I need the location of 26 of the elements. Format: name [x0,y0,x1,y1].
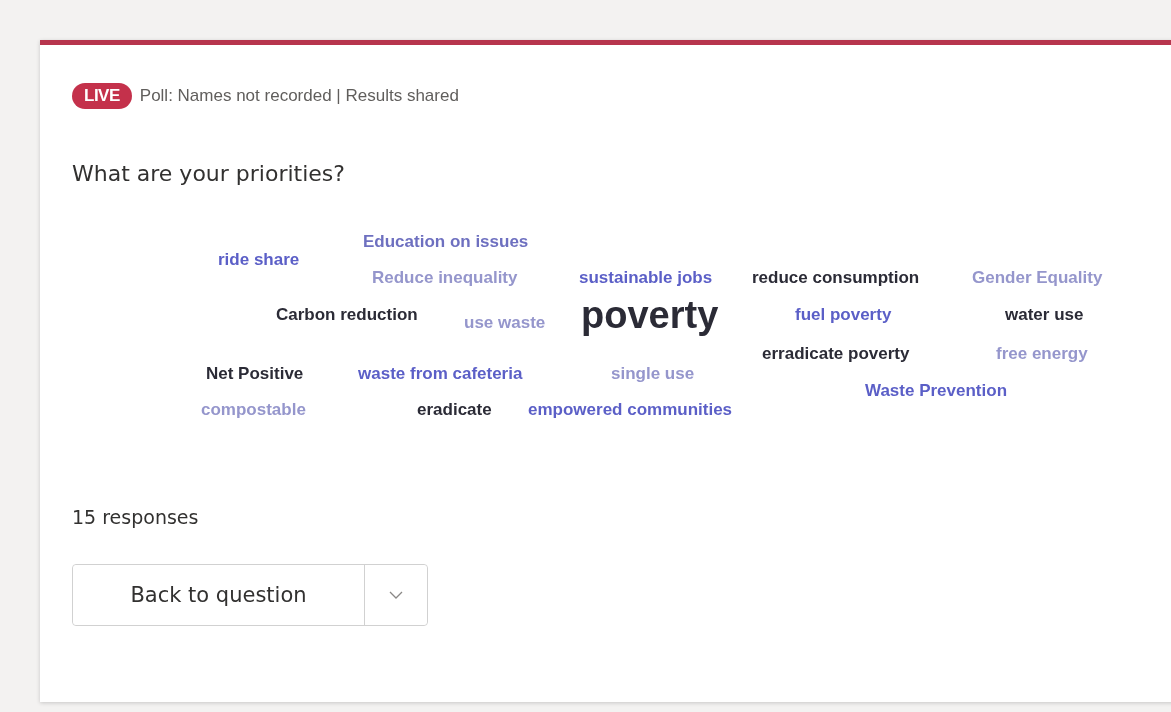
cloud-word: erradicate poverty [762,345,910,362]
cloud-word: eradicate [417,401,492,418]
cloud-word: empowered communities [528,401,733,418]
live-badge: LIVE [72,83,132,109]
cloud-word: Net Positive [206,365,304,382]
cloud-word: Gender Equality [972,269,1103,286]
cloud-word: compostable [201,401,306,418]
cloud-word: waste from cafeteria [358,365,523,382]
cloud-word: Waste Prevention [865,382,1008,399]
cloud-word: Carbon reduction [276,306,418,323]
cloud-word: fuel poverty [795,306,892,323]
cloud-word: ride share [218,251,300,268]
cloud-word: single use [611,365,695,382]
cloud-word: Reduce inequality [372,269,518,286]
back-to-question-button[interactable]: Back to question [73,565,365,625]
cloud-word: use waste [464,314,546,331]
cloud-word: water use [1005,306,1084,323]
cloud-word: sustainable jobs [579,269,713,286]
response-count: 15 responses [72,506,200,528]
cloud-word: poverty [581,296,719,334]
cloud-word: Education on issues [363,233,529,250]
poll-question: What are your priorities? [72,161,346,186]
chevron-down-icon [389,591,403,599]
cloud-word: reduce consumption [752,269,920,286]
cloud-word: free energy [996,345,1088,362]
poll-info: Poll: Names not recorded | Results shared [139,86,459,106]
